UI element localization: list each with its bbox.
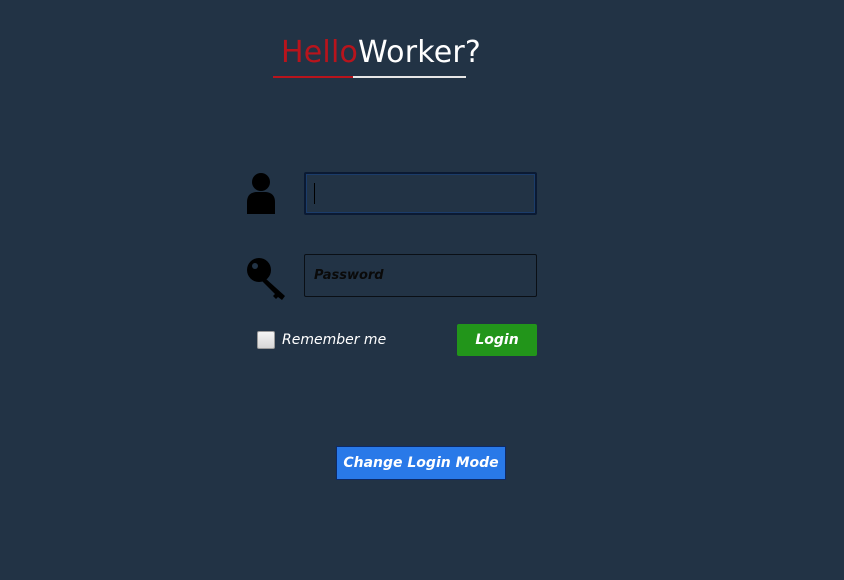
brand-worker: Worker? xyxy=(358,35,482,70)
text-caret xyxy=(314,183,315,204)
password-input[interactable] xyxy=(304,254,537,297)
change-login-mode-button[interactable]: Change Login Mode xyxy=(336,446,506,480)
user-icon xyxy=(247,173,275,214)
remember-me-label: Remember me xyxy=(282,332,387,348)
login-button[interactable]: Login xyxy=(457,324,537,356)
brand-title: HelloWorker? xyxy=(281,33,481,73)
username-input[interactable] xyxy=(304,172,537,215)
remember-me-checkbox[interactable] xyxy=(257,331,275,349)
key-icon xyxy=(247,258,285,300)
brand-underline-red xyxy=(273,76,353,78)
brand-hello: Hello xyxy=(281,35,359,70)
brand-underline-white xyxy=(353,76,466,78)
